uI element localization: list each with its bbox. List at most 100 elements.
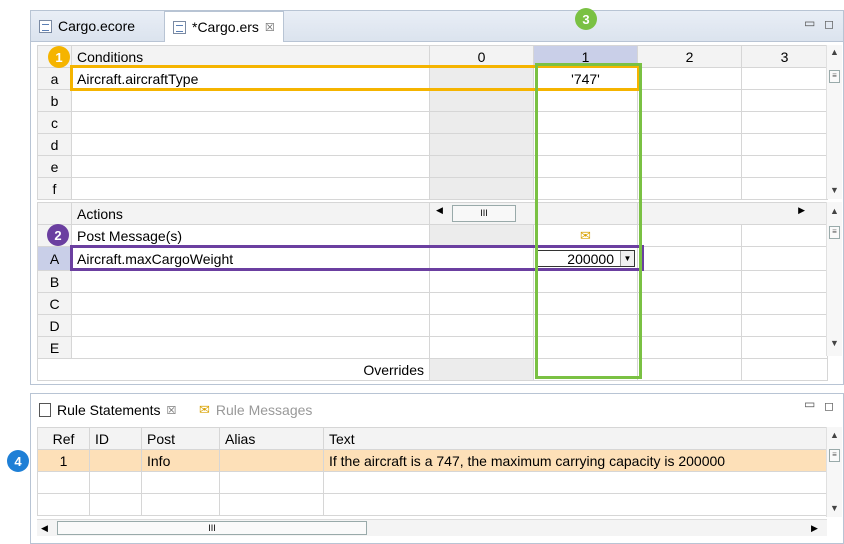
tab-cargo-ecore[interactable]: Cargo.ecore (31, 11, 143, 41)
statement-alias[interactable] (219, 449, 324, 472)
statements-vscroll[interactable]: ▲ ≡ ▼ (826, 427, 842, 517)
action-expression[interactable] (71, 270, 430, 293)
dropdown-arrow-icon[interactable]: ▼ (620, 251, 634, 266)
conditions-vscroll[interactable]: ▲ ≡ ▼ (826, 45, 842, 199)
maximize-icon[interactable]: ◻ (824, 399, 834, 413)
action-cell[interactable] (533, 314, 638, 337)
tab-cargo-ers[interactable]: *Cargo.ers ☒ (164, 11, 284, 42)
action-cell[interactable] (637, 270, 742, 293)
column-header-text[interactable]: Text (323, 427, 828, 450)
scroll-thumb-icon[interactable]: ≡ (829, 226, 840, 239)
scroll-up-icon[interactable]: ▲ (827, 430, 842, 440)
override-cell[interactable] (741, 358, 828, 381)
condition-cell[interactable] (429, 155, 534, 178)
action-cell[interactable] (637, 292, 742, 315)
action-cell[interactable] (637, 314, 742, 337)
scroll-down-icon[interactable]: ▼ (827, 338, 842, 348)
post-cell[interactable] (741, 224, 828, 247)
actions-hscroll[interactable]: ◀ III (429, 202, 638, 225)
envelope-icon[interactable]: ✉ (580, 228, 591, 243)
close-tab-icon[interactable]: ☒ (167, 404, 177, 417)
post-cell[interactable]: ✉ (533, 224, 638, 247)
action-cell[interactable] (741, 336, 828, 359)
statement-cell[interactable] (323, 493, 828, 516)
action-expression[interactable] (71, 292, 430, 315)
actions-vscroll[interactable]: ▲ ≡ ▼ (826, 202, 842, 356)
scroll-right-icon[interactable]: ▶ (798, 205, 805, 216)
condition-cell[interactable] (533, 111, 638, 134)
override-cell[interactable] (533, 358, 638, 381)
condition-cell[interactable] (637, 111, 742, 134)
scroll-up-icon[interactable]: ▲ (827, 47, 842, 57)
tab-rule-statements[interactable]: Rule Statements ☒ (31, 395, 184, 425)
column-header-0[interactable]: 0 (429, 45, 534, 68)
statement-row[interactable] (37, 493, 828, 516)
statement-row[interactable]: 1 Info If the aircraft is a 747, the max… (37, 449, 828, 472)
action-cell[interactable] (429, 292, 534, 315)
column-header-id[interactable]: ID (89, 427, 142, 450)
action-cell[interactable] (429, 314, 534, 337)
statement-cell[interactable] (89, 493, 142, 516)
condition-cell[interactable] (637, 133, 742, 156)
statement-text[interactable]: If the aircraft is a 747, the maximum ca… (323, 449, 828, 472)
statement-id[interactable] (89, 449, 142, 472)
condition-cell[interactable] (741, 155, 828, 178)
action-cell[interactable] (637, 246, 742, 271)
condition-cell[interactable] (533, 155, 638, 178)
close-tab-icon[interactable]: ☒ (265, 21, 275, 34)
statement-cell[interactable] (89, 471, 142, 494)
condition-cell[interactable] (741, 133, 828, 156)
action-expression[interactable] (71, 336, 430, 359)
column-header-post[interactable]: Post (141, 427, 220, 450)
condition-cell[interactable] (429, 133, 534, 156)
condition-cell[interactable] (741, 89, 828, 112)
action-expression[interactable] (71, 314, 430, 337)
action-cell[interactable] (637, 336, 742, 359)
scroll-down-icon[interactable]: ▼ (827, 503, 842, 513)
scroll-left-icon[interactable]: ◀ (41, 523, 48, 534)
condition-cell[interactable] (637, 155, 742, 178)
hscroll-thumb[interactable]: III (452, 205, 516, 222)
post-cell[interactable] (637, 224, 742, 247)
condition-cell[interactable] (429, 67, 534, 90)
statement-row[interactable] (37, 471, 828, 494)
condition-cell[interactable] (637, 89, 742, 112)
action-cell[interactable] (429, 246, 534, 271)
override-cell[interactable] (637, 358, 742, 381)
action-cell[interactable] (741, 270, 828, 293)
override-cell[interactable] (429, 358, 534, 381)
action-cell[interactable] (533, 292, 638, 315)
maximize-icon[interactable]: ◻ (824, 17, 834, 31)
column-header-alias[interactable]: Alias (219, 427, 324, 450)
statement-cell[interactable] (219, 493, 324, 516)
action-cell[interactable]: 200000 ▼ (533, 246, 638, 271)
condition-cell[interactable] (533, 177, 638, 200)
condition-expression[interactable] (71, 177, 430, 200)
condition-expression[interactable] (71, 155, 430, 178)
statement-post[interactable]: Info (141, 449, 220, 472)
scroll-thumb-icon[interactable]: ≡ (829, 449, 840, 462)
condition-cell[interactable] (429, 111, 534, 134)
statement-cell[interactable] (323, 471, 828, 494)
scroll-left-icon[interactable]: ◀ (436, 205, 443, 216)
column-header-3[interactable]: 3 (741, 45, 828, 68)
condition-cell[interactable] (637, 177, 742, 200)
action-cell[interactable] (533, 336, 638, 359)
condition-cell[interactable] (637, 67, 742, 90)
action-cell[interactable] (429, 336, 534, 359)
tab-rule-messages[interactable]: ✉ Rule Messages (191, 395, 320, 425)
condition-cell[interactable] (741, 111, 828, 134)
condition-cell[interactable]: '747' (533, 67, 638, 90)
column-header-1[interactable]: 1 (533, 45, 638, 68)
statements-hscroll[interactable]: ◀ III ▶ (37, 519, 827, 536)
condition-cell[interactable] (533, 133, 638, 156)
minimize-icon[interactable]: ▭ (804, 16, 815, 30)
condition-expression[interactable] (71, 133, 430, 156)
column-header-2[interactable]: 2 (637, 45, 742, 68)
minimize-icon[interactable]: ▭ (804, 397, 815, 411)
hscroll-thumb[interactable]: III (57, 521, 367, 535)
scroll-up-icon[interactable]: ▲ (827, 206, 842, 216)
action-cell[interactable] (429, 270, 534, 293)
condition-expression[interactable]: Aircraft.aircraftType (71, 67, 430, 90)
column-header-ref[interactable]: Ref (37, 427, 90, 450)
